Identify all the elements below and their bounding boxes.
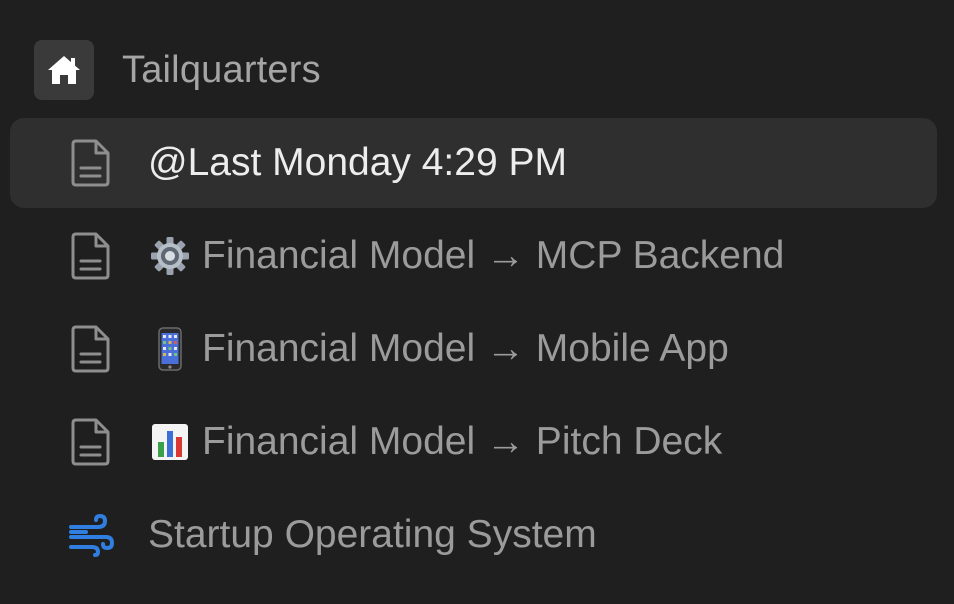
page-item-label: Financial Model → Mobile App (202, 327, 729, 370)
page-item-label: Financial Model → Pitch Deck (202, 420, 723, 463)
page-item-last-monday[interactable]: @Last Monday 4:29 PM (10, 118, 937, 208)
page-item-label-row: Financial Model → MCP Backend (148, 234, 784, 278)
page-item-label-row: Financial Model → Mobile App (148, 327, 729, 371)
page-item-pitch-deck[interactable]: Financial Model → Pitch Deck (10, 397, 937, 487)
page-item-label-row: Financial Model → Pitch Deck (148, 420, 722, 464)
wind-icon (68, 510, 114, 560)
page-item-mcp-backend[interactable]: Financial Model → MCP Backend (10, 211, 937, 301)
page-item-label: Financial Model → MCP Backend (202, 234, 785, 277)
bar-chart-emoji (148, 420, 192, 464)
sidebar: Tailquarters @Last Monday 4:29 PM Financ… (0, 0, 954, 604)
document-icon (68, 138, 114, 188)
home-icon (34, 40, 94, 100)
page-item-label: @Last Monday 4:29 PM (148, 141, 567, 184)
page-item-startup-os[interactable]: Startup Operating System (10, 490, 937, 580)
gear-emoji (148, 234, 192, 278)
workspace-switcher[interactable]: Tailquarters (34, 40, 321, 100)
workspace-name: Tailquarters (122, 48, 321, 91)
document-icon (68, 417, 114, 467)
document-icon (68, 231, 114, 281)
mobile-phone-emoji (148, 327, 192, 371)
page-item-mobile-app[interactable]: Financial Model → Mobile App (10, 304, 937, 394)
page-item-label: Startup Operating System (148, 513, 597, 556)
document-icon (68, 324, 114, 374)
